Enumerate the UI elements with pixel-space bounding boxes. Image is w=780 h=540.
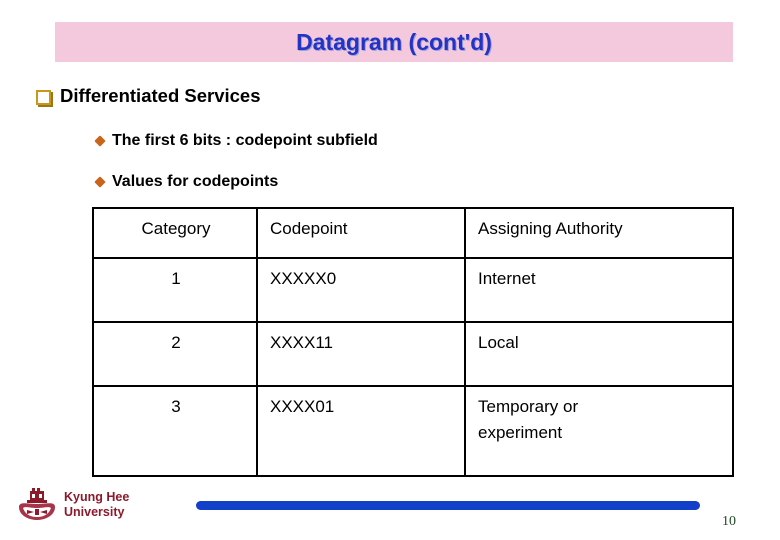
- cell-value-category: 1: [171, 269, 181, 288]
- cell-value-codepoint: XXXXX0: [270, 269, 337, 288]
- university-logo: Kyung Hee University: [16, 487, 129, 523]
- bullet-item-values-for-codepoints: Values for codepoints: [94, 172, 279, 192]
- footer-accent-bar: [196, 501, 700, 510]
- table-cell-authority: Local: [464, 321, 734, 387]
- table-row: 3 XXXX01 Temporary or experiment: [92, 385, 734, 477]
- table-header-row: Category Codepoint Assigning Authority: [92, 207, 734, 259]
- table-header-label: Codepoint: [270, 219, 348, 238]
- table-header-cell-category: Category: [92, 207, 258, 259]
- table-header-label: Category: [141, 219, 211, 238]
- table-cell-category: 1: [92, 257, 258, 323]
- table-header-label: Assigning Authority: [478, 219, 623, 238]
- slide-title-banner: Datagram (cont'd): [55, 22, 733, 62]
- codepoint-values-table: Category Codepoint Assigning Authority 1…: [92, 207, 734, 477]
- kyung-hee-emblem-icon: [19, 488, 55, 520]
- diamond-bullet-icon: [94, 135, 106, 147]
- hollow-square-bullet-icon: [36, 90, 51, 105]
- table-cell-codepoint: XXXX01: [256, 385, 466, 477]
- bullet-item-codepoint-subfield: The first 6 bits : codepoint subfield: [94, 131, 378, 151]
- cell-value-authority: Local: [466, 323, 732, 385]
- page-number: 10: [722, 514, 736, 529]
- cell-value-authority-line1: Local: [478, 333, 519, 352]
- cell-value-authority-line2: experiment: [478, 423, 563, 442]
- cell-value-codepoint: XXXX01: [270, 397, 335, 416]
- cell-value-codepoint: XXXX11: [270, 333, 334, 352]
- table-header-cell-codepoint: Codepoint: [256, 207, 466, 259]
- cell-value-authority: Internet: [466, 259, 732, 321]
- cell-value-authority: Temporary or experiment: [466, 387, 732, 475]
- bullet-level1-label: Differentiated Services: [60, 85, 261, 106]
- cell-value-authority-line1: Internet: [478, 269, 536, 288]
- table-cell-category: 3: [92, 385, 258, 477]
- cell-value-authority-line1: Temporary or: [478, 397, 579, 416]
- cell-value-category: 3: [171, 397, 181, 416]
- slide-canvas: Datagram (cont'd) Differentiated Service…: [0, 0, 780, 540]
- table-header-cell-authority: Assigning Authority: [464, 207, 734, 259]
- table-cell-codepoint: XXXXX0: [256, 257, 466, 323]
- bullet-item-differentiated-services: Differentiated Services: [36, 84, 261, 108]
- table-cell-codepoint: XXXX11: [256, 321, 466, 387]
- bullet-level2-label: The first 6 bits : codepoint subfield: [112, 132, 378, 149]
- table-cell-authority: Internet: [464, 257, 734, 323]
- table-row: 1 XXXXX0 Internet: [92, 257, 734, 323]
- cell-value-category: 2: [171, 333, 181, 352]
- bullet-level2-label: Values for codepoints: [112, 173, 279, 190]
- table-row: 2 XXXX11 Local: [92, 321, 734, 387]
- diamond-bullet-icon: [94, 176, 106, 188]
- table-cell-category: 2: [92, 321, 258, 387]
- page-title: Datagram (cont'd): [296, 28, 492, 55]
- table-cell-authority: Temporary or experiment: [464, 385, 734, 477]
- university-logo-text: Kyung Hee University: [64, 490, 129, 520]
- logo-line-1: Kyung Hee: [64, 490, 130, 504]
- logo-line-2: University: [64, 505, 125, 519]
